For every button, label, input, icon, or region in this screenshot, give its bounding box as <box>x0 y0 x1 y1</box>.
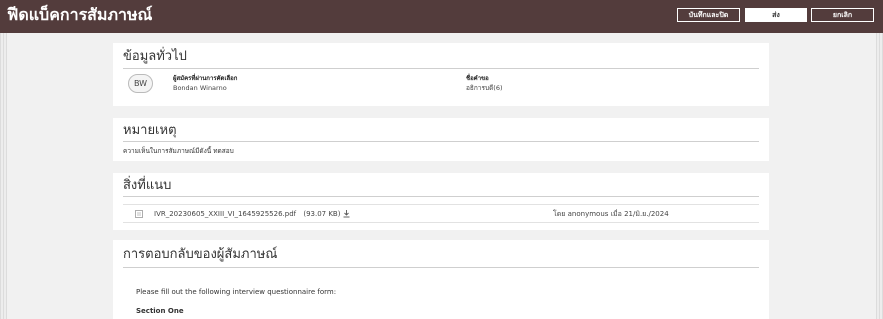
interviewer-response-title: การตอบกลับของผู้สัมภาษณ์ <box>123 247 278 262</box>
submit-button[interactable]: ส่ง <box>745 8 807 22</box>
attachments-title: สิ่งที่แนบ <box>123 178 172 193</box>
divider <box>123 267 759 268</box>
notes-title: หมายเหตุ <box>123 123 177 138</box>
attachment-file-name[interactable]: IVR_20230605_XXIII_VI_1645925526.pdf <box>154 210 296 218</box>
divider <box>123 68 759 69</box>
divider <box>123 141 759 142</box>
section-heading: Section One <box>136 307 184 315</box>
general-info-title: ข้อมูลทั่วไป <box>123 49 187 64</box>
attachment-meta: โดย anonymous เมื่อ 21/มิ.ย./2024 <box>553 210 669 218</box>
candidate-name: Bondan Winarno <box>173 84 227 92</box>
candidate-label: ผู้สมัครที่ผ่านการคัดเลือก <box>173 75 238 82</box>
document-icon <box>135 210 143 218</box>
avatar: BW <box>128 74 153 93</box>
left-edge-decoration <box>0 33 7 319</box>
page-header: ฟีดแบ็คการสัมภาษณ์ บันทึกและปิด ส่ง ยกเล… <box>0 0 883 33</box>
notes-card: หมายเหตุ ความเห็นในการสัมภาษณ์มีดังนี้ ท… <box>113 118 769 161</box>
interviewer-response-card: การตอบกลับของผู้สัมภาษณ์ Please fill out… <box>113 240 769 319</box>
divider <box>123 196 759 197</box>
cancel-button[interactable]: ยกเลิก <box>811 8 874 22</box>
attachments-card: สิ่งที่แนบ IVR_20230605_XXIII_VI_1645925… <box>113 173 769 230</box>
download-icon[interactable] <box>342 209 351 218</box>
notes-text: ความเห็นในการสัมภาษณ์มีดังนี้ ทดสอบ <box>123 147 234 155</box>
right-edge-decoration <box>876 33 883 319</box>
page-title: ฟีดแบ็คการสัมภาษณ์ <box>7 5 153 24</box>
attachment-file-link[interactable]: IVR_20230605_XXIII_VI_1645925526.pdf (93… <box>154 210 340 218</box>
request-value: อธิการบดี(6) <box>466 84 503 92</box>
request-label: ชื่อคำขอ <box>466 75 489 82</box>
questionnaire-intro: Please fill out the following interview … <box>136 288 337 296</box>
general-info-card: ข้อมูลทั่วไป BW ผู้สมัครที่ผ่านการคัดเลื… <box>113 43 769 106</box>
save-and-close-button[interactable]: บันทึกและปิด <box>677 8 740 22</box>
attachment-row[interactable]: IVR_20230605_XXIII_VI_1645925526.pdf (93… <box>123 204 759 223</box>
attachment-file-size: (93.07 KB) <box>303 210 341 218</box>
